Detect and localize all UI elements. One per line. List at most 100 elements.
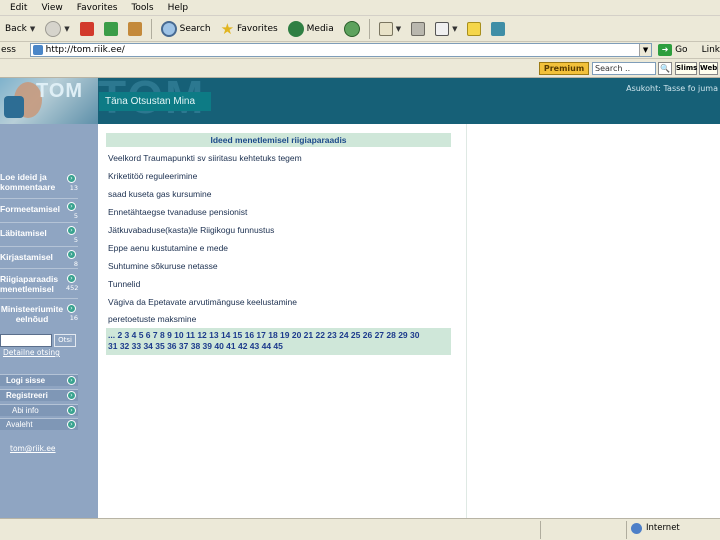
links-button[interactable]: Link (702, 45, 720, 55)
status-divider (626, 521, 627, 539)
sidebar-divider (0, 298, 78, 299)
address-label: ess (1, 45, 16, 55)
site-title: Täna Otsustan Mina (99, 92, 211, 111)
sidebar-divider (0, 222, 78, 223)
star-icon: ★ (220, 19, 235, 38)
menu-tools[interactable]: Tools (131, 3, 153, 13)
toolbar: Back ▼ ▼ Search ★ Favorites Media ▼ ▼ (0, 16, 720, 42)
topic-link[interactable]: Veelkord Traumapunkti sv siiritasu kehte… (108, 153, 448, 163)
sidebar-item-label: Kirjastamisel (0, 252, 53, 262)
notes-button[interactable] (464, 18, 484, 40)
sidebar-item-count: 16 (69, 314, 78, 322)
sidebar-item-count: 452 (66, 284, 79, 292)
address-input[interactable]: http://tom.riik.ee/ ▼ (29, 43, 653, 57)
topic-link[interactable]: Eppe aenu kustutamine e mede (108, 243, 448, 253)
refresh-button[interactable] (101, 18, 121, 40)
panel-heading: Ideed menetlemisel riigiaparaadis (106, 133, 451, 147)
search-label: Search (179, 23, 211, 34)
forward-button[interactable]: ▼ (42, 18, 72, 40)
search-button[interactable]: Search (158, 18, 214, 40)
go-button[interactable]: ➜ Go (658, 44, 688, 56)
page-icon (32, 45, 43, 55)
topic-link[interactable]: Jätkuvabaduse(kasta)le Riigikogu funnust… (108, 225, 448, 235)
web-button[interactable]: Web (699, 62, 718, 75)
back-label: Back (5, 23, 27, 34)
toolbar-divider (368, 18, 370, 39)
register-label: Registreeri (6, 391, 48, 400)
favorites-label: Favorites (237, 23, 278, 34)
login-link[interactable]: Logi sisse › (0, 374, 78, 386)
search-input[interactable]: Search .. (592, 62, 656, 75)
pagination: ... 2 3 4 5 6 7 8 9 10 11 12 13 14 15 16… (106, 328, 451, 355)
messenger-button[interactable] (488, 18, 508, 40)
media-button[interactable]: Media (285, 18, 337, 40)
breadcrumb[interactable]: Asukoht: Tasse fo juma (626, 84, 718, 93)
search-icon (160, 20, 177, 37)
chevron-right-icon: › (67, 250, 76, 259)
topic-link[interactable]: Suhtumine sõkuruse netasse (108, 261, 448, 271)
sidebar-divider (0, 198, 78, 199)
stop-button[interactable] (77, 18, 97, 40)
sidebar-search-button[interactable]: Otsi (54, 334, 76, 347)
status-divider (540, 521, 541, 539)
sidebar-search-input[interactable] (0, 334, 52, 347)
phone-icon (4, 96, 24, 118)
topic-link[interactable]: peretoetuste maksmine (108, 314, 448, 324)
home-icon (127, 21, 142, 36)
pagination-links[interactable]: ... 2 3 4 5 6 7 8 9 10 11 12 13 14 15 16… (108, 330, 449, 341)
edit-button[interactable]: ▼ (432, 18, 460, 40)
address-bar: ess http://tom.riik.ee/ ▼ ➜ Go Link (0, 42, 720, 59)
topic-link[interactable]: Vägiva da Epetavate arvutimänguse keelus… (108, 297, 448, 307)
site-email-link[interactable]: tom@riik.ee (10, 444, 56, 453)
history-button[interactable] (341, 18, 363, 40)
menu-favorites[interactable]: Favorites (77, 3, 118, 13)
favorites-button[interactable]: ★ Favorites (218, 18, 281, 40)
home-link[interactable]: Avaleht › (0, 418, 78, 430)
content-divider (466, 124, 467, 518)
mail-button[interactable]: ▼ (376, 18, 404, 40)
back-button[interactable]: Back ▼ (2, 18, 38, 40)
print-button[interactable] (408, 18, 428, 40)
topic-link[interactable]: Kriketitöö reguleerimine (108, 171, 448, 181)
go-label: Go (675, 45, 688, 55)
search-go-icon[interactable]: 🔍 (658, 62, 672, 75)
chevron-down-icon[interactable]: ▼ (639, 44, 652, 56)
menu-edit[interactable]: Edit (10, 3, 27, 13)
home-button[interactable] (125, 18, 145, 40)
menu-view[interactable]: View (41, 3, 62, 13)
chevron-right-icon: › (67, 406, 76, 415)
stop-icon (79, 21, 94, 36)
forward-dropdown-icon[interactable]: ▼ (64, 25, 69, 33)
detail-search-link[interactable]: Detailne otsing (3, 348, 60, 357)
login-label: Logi sisse (6, 376, 46, 385)
slims-button[interactable]: Slims (675, 62, 697, 75)
topic-link[interactable]: Tunnelid (108, 279, 448, 289)
chevron-right-icon: › (67, 420, 76, 429)
back-dropdown-icon[interactable]: ▼ (30, 25, 35, 33)
sidebar-item-label: Riigiaparaadis menetlemisel (0, 274, 59, 294)
chevron-right-icon: › (67, 226, 76, 235)
topic-link[interactable]: saad kuseta gas kursumine (108, 189, 448, 199)
edit-dropdown-icon[interactable]: ▼ (452, 25, 457, 33)
edit-icon (435, 21, 450, 36)
sidebar-item-label: Läbitamisel (0, 228, 47, 238)
register-link[interactable]: Registreeri › (0, 389, 78, 401)
forward-icon (45, 20, 62, 37)
mail-dropdown-icon[interactable]: ▼ (396, 25, 401, 33)
refresh-icon (103, 21, 118, 36)
menu-help[interactable]: Help (168, 3, 189, 13)
chevron-right-icon: › (67, 274, 76, 283)
logo[interactable]: TOM (36, 80, 83, 103)
go-arrow-icon: ➜ (658, 44, 673, 56)
help-link[interactable]: Abi info › (0, 404, 78, 416)
sidebar-item-label: Ministeeriumite eelnõud (0, 304, 64, 324)
chevron-right-icon: › (67, 174, 76, 183)
pagination-links[interactable]: 31 32 33 34 35 36 37 38 39 40 41 42 43 4… (108, 341, 449, 352)
premium-button[interactable]: Premium (539, 62, 589, 75)
help-label: Abi info (12, 406, 39, 415)
topic-link[interactable]: Ennetähtaegse tvanaduse pensionist (108, 207, 448, 217)
sidebar-divider (0, 268, 78, 269)
globe-icon (631, 523, 642, 534)
print-icon (411, 21, 426, 36)
media-label: Media (306, 23, 334, 34)
